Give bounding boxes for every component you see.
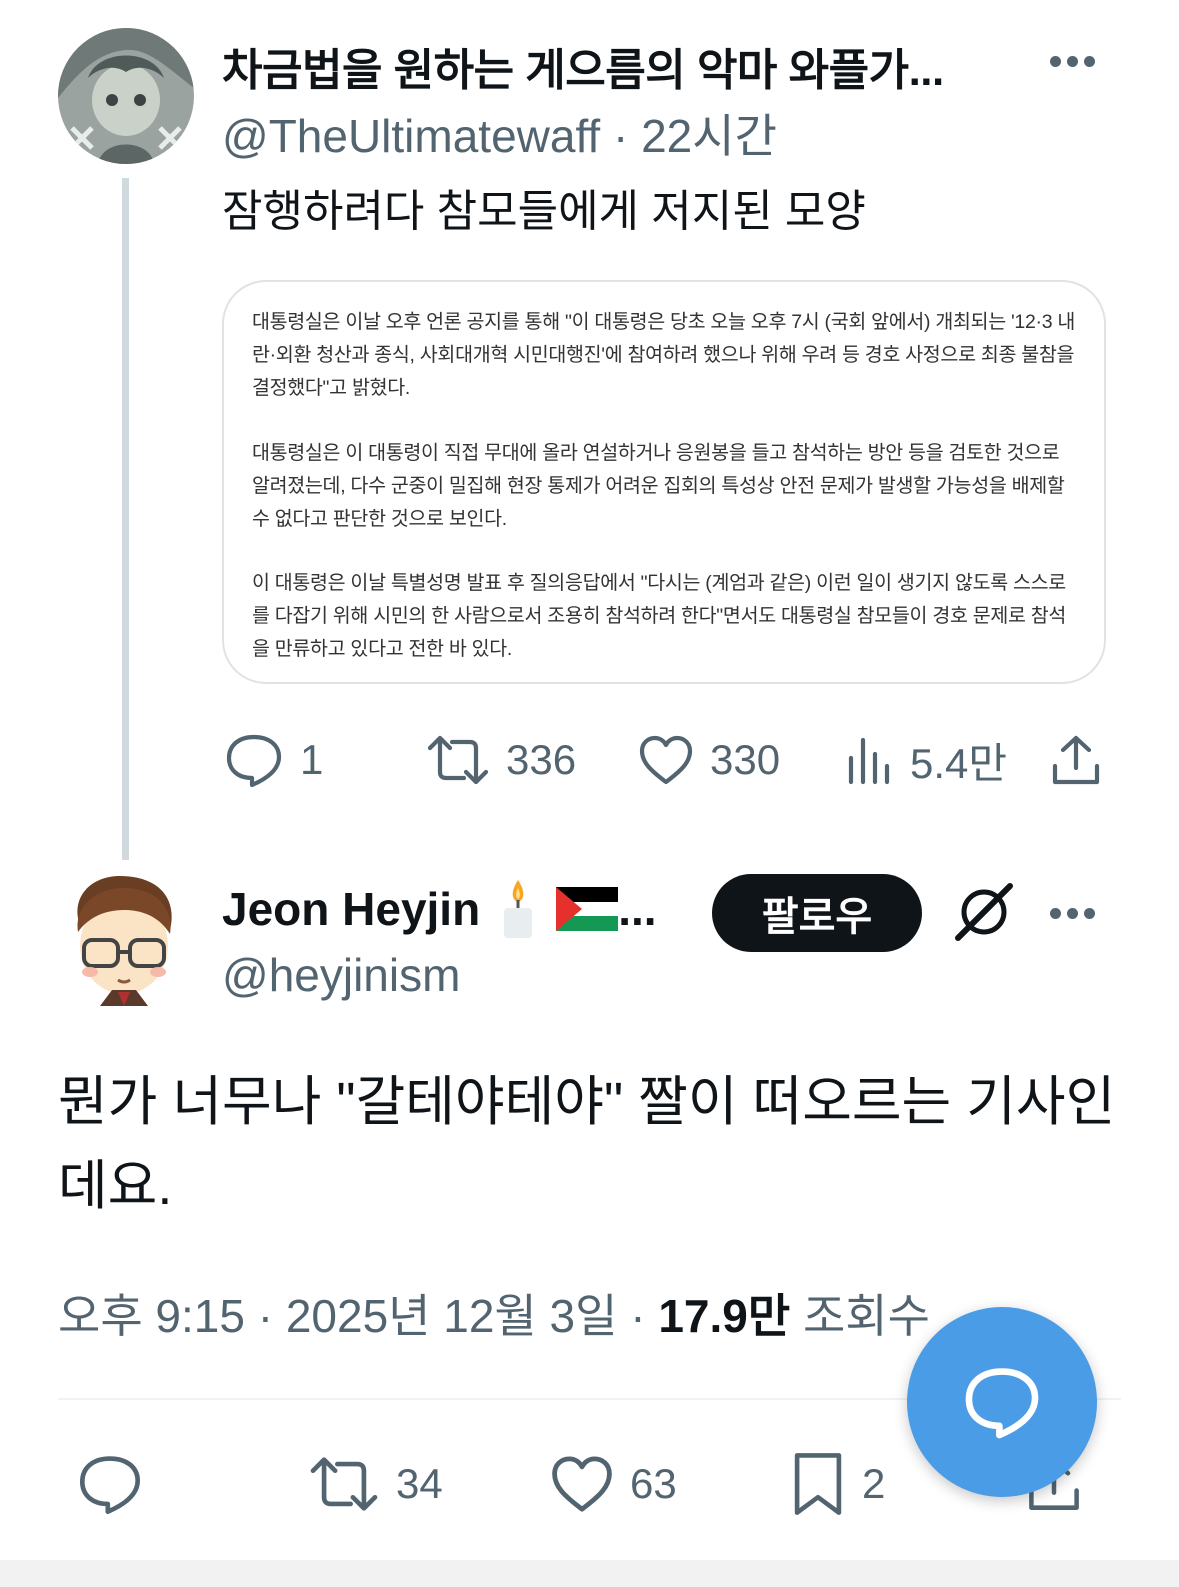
- reply-button[interactable]: [76, 1448, 144, 1520]
- author-display-name[interactable]: Jeon Heyjin: [222, 882, 480, 936]
- views-count: 5.4만: [910, 739, 1008, 787]
- thread-connector-line: [122, 178, 129, 860]
- parent-share-button[interactable]: [1050, 728, 1102, 792]
- retweet-icon: [310, 1457, 378, 1511]
- more-options-icon[interactable]: [1050, 906, 1110, 926]
- parent-views-button[interactable]: 5.4만: [846, 728, 1007, 792]
- author-avatar[interactable]: [60, 868, 188, 1006]
- palestine-flag-icon: [556, 887, 619, 931]
- like-button[interactable]: 63: [550, 1448, 677, 1520]
- parent-reply-button[interactable]: 1: [224, 728, 323, 792]
- parent-avatar[interactable]: [58, 28, 194, 164]
- parent-retweet-button[interactable]: 336: [426, 728, 576, 792]
- article-paragraph: 대통령실은 이 대통령이 직접 무대에 올라 연설하거나 응원봉을 들고 참석하…: [252, 442, 1065, 530]
- heart-icon: [552, 1456, 612, 1512]
- grok-icon[interactable]: [952, 880, 1016, 949]
- article-paragraph: 이 대통령은 이날 특별성명 발표 후 질의응답에서 "다시는 (계엄과 같은)…: [252, 572, 1067, 660]
- retweet-button[interactable]: 34: [308, 1448, 443, 1520]
- tweet-timestamp[interactable]: 오후 9:15 · 2025년 12월 3일 ·: [58, 1290, 658, 1342]
- article-paragraph: 대통령실은 이날 오후 언론 공지를 통해 "이 대통령은 당초 오늘 오후 7…: [252, 311, 1076, 399]
- bottom-edge: [0, 1560, 1179, 1587]
- like-count: 330: [710, 736, 781, 783]
- views-label: 조회수: [790, 1290, 930, 1342]
- candle-icon: [504, 880, 533, 938]
- reply-icon: [226, 734, 282, 788]
- compose-reply-fab[interactable]: [907, 1307, 1097, 1497]
- views-chart-icon: [848, 737, 890, 785]
- reply-bubble-icon: [965, 1368, 1039, 1439]
- share-icon: [1052, 735, 1100, 785]
- author-name-line[interactable]: Jeon Heyjin ...: [222, 878, 657, 940]
- bookmark-icon: [794, 1453, 842, 1515]
- article-screenshot-card[interactable]: 대통령실은 이날 오후 언론 공지를 통해 "이 대통령은 당초 오늘 오후 7…: [222, 280, 1106, 684]
- parent-tweet-text: 잠행하려다 참모들에게 저지된 모양: [222, 187, 866, 236]
- more-options-icon[interactable]: [1050, 54, 1110, 74]
- reply-icon: [79, 1456, 141, 1515]
- parent-handle-line: @TheUltimatewaff · 22시간: [222, 100, 777, 166]
- parent-time: · 22시간: [612, 110, 777, 162]
- retweet-count: 34: [396, 1460, 443, 1507]
- author-name-ellipsis: ...: [618, 883, 657, 935]
- heart-icon: [639, 735, 693, 785]
- views-count: 17.9만: [658, 1290, 791, 1342]
- tweet-metadata: 오후 9:15 · 2025년 12월 3일 · 17.9만 조회수: [58, 1280, 930, 1346]
- retweet-count: 336: [506, 736, 577, 783]
- parent-like-button[interactable]: 330: [638, 728, 780, 792]
- like-count: 63: [630, 1460, 677, 1507]
- tweet-text: 뭔가 너무나 "갈테야테야" 짤이 떠오르는 기사인데요.: [58, 1072, 1116, 1216]
- parent-handle[interactable]: @TheUltimatewaff: [222, 110, 600, 162]
- bookmark-count: 2: [862, 1460, 886, 1507]
- parent-display-name[interactable]: 차금법을 원하는 게으름의 악마 와플가...: [222, 34, 944, 98]
- bookmark-button[interactable]: 2: [790, 1448, 885, 1520]
- retweet-icon: [427, 735, 489, 785]
- author-handle[interactable]: @heyjinism: [222, 948, 460, 1002]
- follow-button[interactable]: 팔로우: [712, 874, 922, 952]
- reply-count: 1: [300, 736, 324, 783]
